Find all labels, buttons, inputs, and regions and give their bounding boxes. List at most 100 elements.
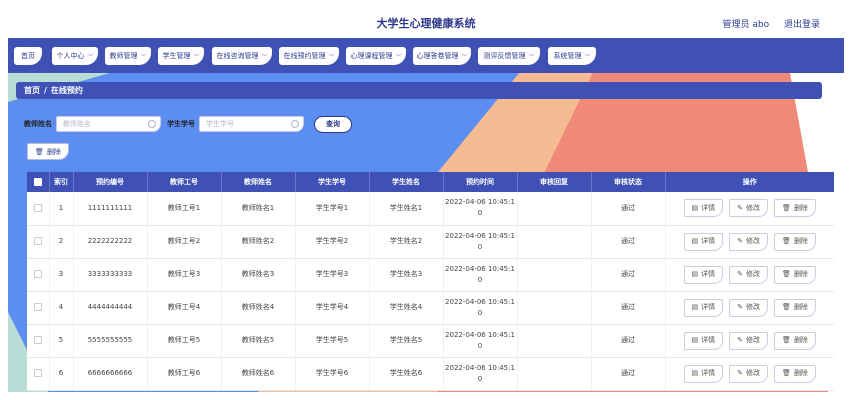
row-select[interactable]	[27, 357, 50, 391]
detail-icon: ▤	[691, 203, 699, 212]
detail-button[interactable]: ▤ 详情	[683, 298, 724, 317]
column-header: 学生姓名	[369, 172, 444, 192]
cell-student-name: 学生姓名4	[369, 291, 444, 325]
trash-icon: 🗑	[782, 303, 791, 311]
detail-button[interactable]: ▤ 详情	[683, 265, 724, 284]
cell-review-reply	[517, 357, 592, 391]
cell-appointment-code: 2222222222	[73, 225, 148, 259]
logout-link[interactable]: 退出登录	[784, 20, 820, 30]
chevron-down-icon: ﹀	[193, 53, 200, 61]
row-checkbox[interactable]	[33, 237, 42, 245]
cell-appointment-time: 2022-04-06 10:45:1 0	[443, 291, 518, 325]
nav-item-psych-course[interactable]: 心理课程管理 ﹀	[346, 47, 406, 65]
detail-icon: ▤	[691, 237, 699, 245]
edit-icon: ✎	[737, 369, 744, 377]
delete-button[interactable]: 🗑 删除	[774, 331, 816, 350]
detail-icon: ▤	[691, 369, 699, 377]
row-checkbox[interactable]	[33, 270, 42, 278]
column-header: 预约编号	[73, 172, 148, 192]
student-id-field	[199, 116, 304, 132]
cell-index: 3	[49, 258, 74, 292]
chevron-down-icon: ﹀	[461, 53, 468, 61]
delete-button[interactable]: 🗑 删除	[774, 364, 816, 383]
delete-button[interactable]: 🗑 删除	[774, 232, 816, 251]
chevron-down-icon: ﹀	[328, 53, 335, 61]
cell-index: 2	[49, 225, 74, 259]
query-button[interactable]: 查询	[314, 115, 352, 133]
detail-button[interactable]: ▤ 详情	[683, 199, 724, 218]
row-select[interactable]	[27, 192, 50, 226]
batch-delete-button[interactable]: 🗑 删除	[27, 143, 69, 160]
detail-icon: ▤	[691, 336, 699, 344]
cell-actions: ▤ 详情 ✎ 修改 🗑 删除	[665, 258, 834, 292]
cell-student-id: 学生学号6	[295, 357, 370, 391]
row-checkbox[interactable]	[33, 336, 42, 344]
cell-appointment-code: 6666666666	[73, 357, 148, 391]
delete-button[interactable]: 🗑 删除	[774, 265, 816, 284]
cell-appointment-time: 2022-04-06 10:45:1 0	[443, 258, 518, 292]
student-id-input[interactable]	[200, 117, 303, 131]
nav-item-teacher-management[interactable]: 教师管理 ﹀	[105, 47, 151, 65]
row-checkbox[interactable]	[33, 369, 42, 377]
cell-appointment-time: 2022-04-06 10:45:1 0	[443, 324, 518, 358]
edit-button[interactable]: ✎ 修改	[729, 364, 769, 383]
cell-review-status: 通过	[591, 324, 666, 358]
cell-index: 1	[49, 192, 74, 226]
row-select[interactable]	[27, 291, 50, 325]
detail-button[interactable]: ▤ 详情	[683, 364, 724, 383]
breadcrumb-home[interactable]: 首页	[24, 85, 40, 96]
nav-item-feedback[interactable]: 测评反馈管理 ﹀	[478, 47, 540, 65]
table-row: 5 5555555555 教师工号5 教师姓名5 学生学号5 学生姓名5 2022-04-0…	[27, 324, 834, 358]
nav-item-system-management[interactable]: 系统管理 ﹀	[548, 47, 596, 65]
delete-button[interactable]: 🗑 删除	[774, 199, 816, 218]
table-row: 3 3333333333 教师工号3 教师姓名3 学生学号3 学生姓名3 2022-04-0…	[27, 258, 834, 292]
time-line: 0	[477, 275, 483, 284]
cell-actions: ▤ 详情 ✎ 修改 🗑 删除	[665, 324, 834, 358]
cell-actions: ▤ 详情 ✎ 修改 🗑 删除	[665, 225, 834, 259]
detail-button[interactable]: ▤ 详情	[683, 232, 724, 251]
nav-item-home[interactable]: 首页	[14, 47, 42, 65]
table-row: 4 4444444444 教师工号4 教师姓名4 学生学号4 学生姓名4 2022-04-0…	[27, 291, 834, 325]
breadcrumb-separator: /	[44, 86, 47, 95]
app-header: 大学生心理健康系统 管理员 abo 退出登录	[8, 9, 844, 38]
nav-item-online-consult[interactable]: 在线咨询管理 ﹀	[212, 47, 272, 65]
edit-button[interactable]: ✎ 修改	[729, 199, 769, 218]
chevron-down-icon: ﹀	[261, 53, 268, 61]
trash-icon: 🗑	[782, 270, 791, 278]
row-select[interactable]	[27, 258, 50, 292]
cell-teacher-name: 教师姓名1	[221, 192, 296, 226]
chevron-down-icon: ﹀	[140, 53, 147, 61]
nav-item-student-management[interactable]: 学生管理 ﹀	[158, 47, 204, 65]
nav-item-online-appointment[interactable]: 在线预约管理 ﹀	[279, 47, 339, 65]
teacher-name-input[interactable]	[57, 117, 160, 131]
cell-student-name: 学生姓名5	[369, 324, 444, 358]
search-icon	[291, 120, 299, 128]
detail-button[interactable]: ▤ 详情	[683, 331, 724, 350]
edit-button[interactable]: ✎ 修改	[729, 232, 769, 251]
edit-button[interactable]: ✎ 修改	[729, 298, 769, 317]
row-checkbox[interactable]	[33, 303, 42, 311]
edit-button[interactable]: ✎ 修改	[729, 331, 769, 350]
search-bar: 教师姓名 学生学号 查询	[24, 115, 352, 133]
time-line: 0	[477, 242, 483, 251]
chevron-down-icon: ﹀	[87, 53, 94, 61]
time-line: 2022-04-06 10:45:1	[445, 231, 515, 240]
nav-item-psych-answer[interactable]: 心理答卷管理 ﹀	[413, 47, 471, 65]
delete-button[interactable]: 🗑 删除	[774, 298, 816, 317]
cell-teacher-id: 教师工号6	[147, 357, 222, 391]
edit-button[interactable]: ✎ 修改	[729, 265, 769, 284]
row-select[interactable]	[27, 225, 50, 259]
search-icon	[148, 120, 156, 128]
nav-item-personal-center[interactable]: 个人中心 ﹀	[52, 47, 98, 65]
cell-student-name: 学生姓名6	[369, 357, 444, 391]
column-header: 学生学号	[295, 172, 370, 192]
column-header: 审核状态	[591, 172, 666, 192]
row-select[interactable]	[27, 324, 50, 358]
header-select-all[interactable]	[27, 172, 50, 192]
row-checkbox[interactable]	[33, 203, 42, 212]
trash-icon: 🗑	[35, 147, 44, 156]
select-all-checkbox[interactable]	[33, 178, 42, 186]
column-header: 教师工号	[147, 172, 222, 192]
cell-appointment-code: 5555555555	[73, 324, 148, 358]
cell-student-id: 学生学号4	[295, 291, 370, 325]
